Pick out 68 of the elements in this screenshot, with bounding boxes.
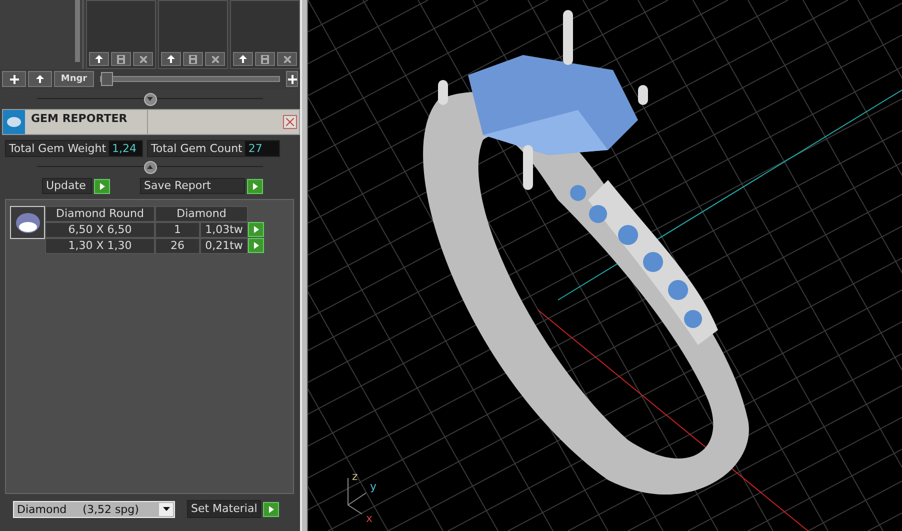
table-cell: 1 <box>155 222 200 238</box>
table-cell: 1,30 X 1,30 <box>45 238 155 254</box>
save-button[interactable] <box>255 52 276 66</box>
save-button[interactable] <box>111 52 132 66</box>
up-button[interactable] <box>28 71 52 87</box>
save-button[interactable] <box>183 52 204 66</box>
run-button[interactable] <box>263 502 280 516</box>
row-button[interactable] <box>248 238 264 253</box>
thumbnail-slot[interactable] <box>158 0 228 69</box>
play-icon <box>254 226 258 233</box>
thumbnail-slot[interactable] <box>230 0 300 69</box>
expand-button[interactable] <box>144 160 156 174</box>
total-label: Total Gem Count <box>150 141 244 156</box>
close-icon <box>140 56 147 62</box>
delete-button[interactable] <box>205 52 226 66</box>
row-button[interactable] <box>248 222 264 237</box>
up-arrow-icon <box>239 55 248 63</box>
total-label: Total Gem Weight <box>8 141 108 156</box>
table-cell: 1,03tw <box>200 222 248 238</box>
up-arrow-icon <box>167 55 176 63</box>
up-arrow-icon <box>36 75 44 83</box>
action-label: Save Report <box>140 178 245 194</box>
delete-button[interactable] <box>133 52 154 66</box>
splitter-bar[interactable] <box>300 0 308 531</box>
close-icon <box>212 56 219 62</box>
play-icon <box>100 182 104 190</box>
play-icon <box>254 242 258 249</box>
close-icon <box>284 56 290 62</box>
column-header: Diamond Round <box>45 206 155 222</box>
play-icon <box>268 506 274 512</box>
play-icon <box>252 182 258 190</box>
table-cell: 0,21tw <box>200 238 248 254</box>
up-arrow-icon <box>95 55 104 63</box>
action-label: Update <box>42 178 92 194</box>
collapse-button[interactable] <box>144 92 156 106</box>
axis-label: y <box>370 480 377 493</box>
add-button[interactable] <box>2 71 26 87</box>
total-value: 1,24 <box>109 141 142 156</box>
add-button[interactable] <box>286 71 298 87</box>
action-label: Set Material <box>187 500 262 518</box>
plus-icon <box>288 74 296 84</box>
save-icon <box>261 54 270 64</box>
panel-title: GEM REPORTER <box>25 110 148 134</box>
slider-thumb[interactable] <box>101 72 113 86</box>
manager-button[interactable]: Mngr <box>54 71 94 87</box>
run-button[interactable] <box>94 178 110 194</box>
save-icon <box>189 54 198 64</box>
delete-button[interactable] <box>277 52 297 66</box>
run-button[interactable] <box>247 178 263 194</box>
gem-thumbnail <box>10 206 45 239</box>
axis-label: x <box>366 512 373 525</box>
material-select[interactable]: Diamond (3,52 spg) <box>13 500 175 518</box>
plus-icon <box>10 74 18 84</box>
total-value: 27 <box>245 141 280 156</box>
thumbnail-slot[interactable] <box>86 0 156 69</box>
table-cell: 6,50 X 6,50 <box>45 222 155 238</box>
load-button[interactable] <box>89 52 110 66</box>
axis-label: z <box>352 470 358 483</box>
caret-up-icon <box>147 165 153 169</box>
caret-down-icon <box>147 97 153 101</box>
column-header: Diamond <box>155 206 248 222</box>
close-button[interactable] <box>283 115 297 129</box>
scrollbar[interactable] <box>75 0 80 62</box>
load-button[interactable] <box>233 52 254 66</box>
load-button[interactable] <box>161 52 182 66</box>
gem-icon <box>3 110 25 134</box>
table-cell: 26 <box>155 238 200 254</box>
save-icon <box>117 54 126 64</box>
